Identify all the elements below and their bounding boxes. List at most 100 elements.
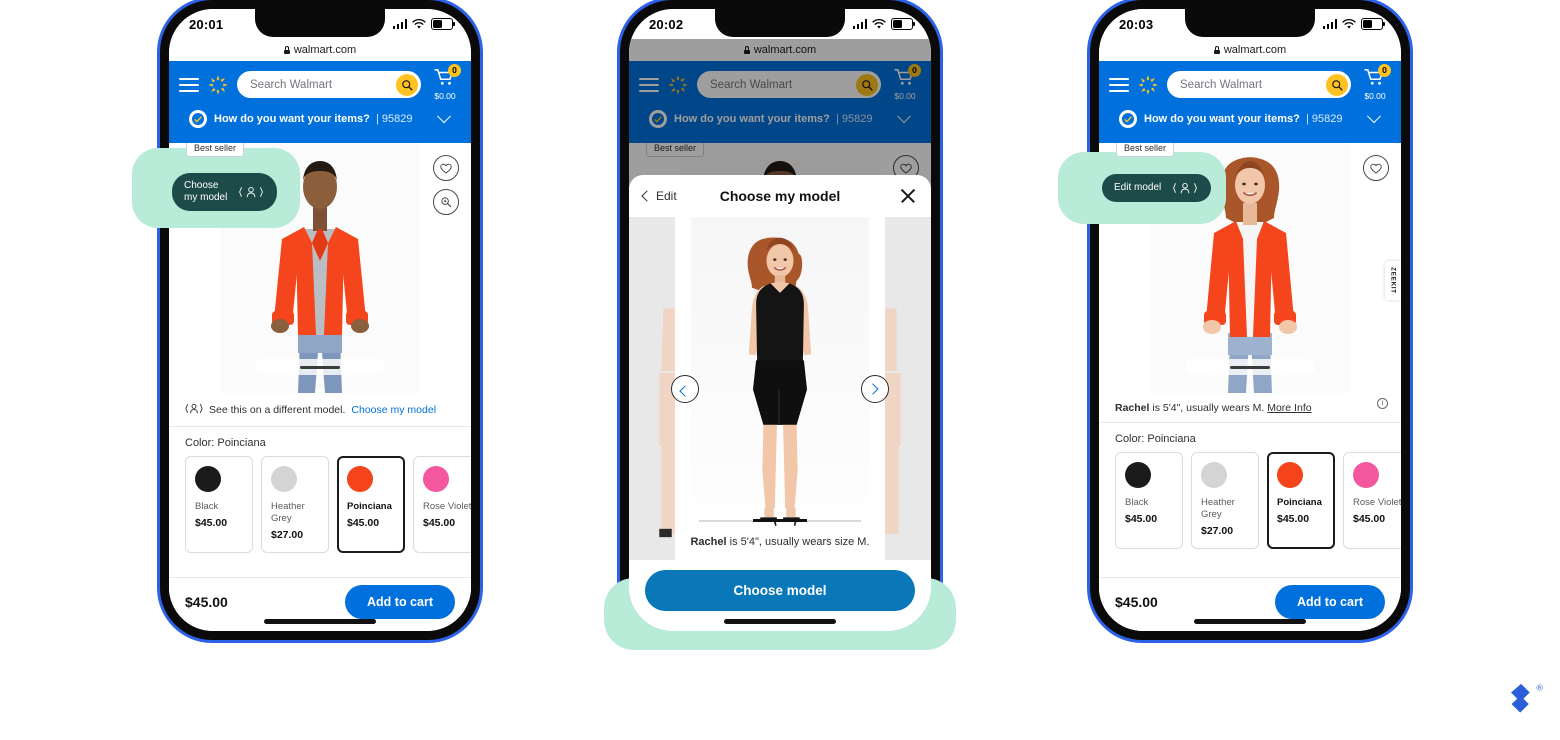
search-input[interactable]: Search Walmart [237,71,421,98]
edit-model-pill[interactable]: Edit model [1102,174,1212,202]
phone-notch [715,9,845,37]
svg-text:®: ® [1536,683,1543,693]
carousel-active-model [691,217,869,560]
hamburger-menu-icon[interactable] [1109,77,1129,92]
swatch-dot [1277,462,1303,488]
modal-header: Edit Choose my model [629,175,931,217]
more-info-link[interactable]: More Info [1267,402,1311,414]
see-on-model-line: See this on a different model. Choose my… [169,393,471,427]
wifi-icon [872,18,886,29]
person-model-icon [185,402,203,418]
search-icon[interactable] [1326,73,1348,96]
cellular-signal-icon [852,19,867,29]
zeekit-badge[interactable]: ZEEKIT [1385,261,1401,300]
walmart-spark-icon[interactable] [1137,74,1159,96]
fulfillment-label: How do you want your items? | 95829 [214,113,413,125]
wifi-icon [1342,18,1356,29]
carousel-dot[interactable] [699,519,753,522]
search-input[interactable]: Search Walmart [1167,71,1351,98]
browser-url-bar[interactable]: walmart.com [1099,39,1401,61]
color-swatch-rose-violet[interactable]: Rose Violet $45.00 [413,456,471,553]
brand-logo-icon: ® [1500,680,1546,726]
swatch-price: $45.00 [195,516,228,529]
person-model-icon [1171,181,1199,195]
model-info-line: Rachel is 5'4", usually wears M. More In… [1099,393,1401,423]
choose-my-model-link[interactable]: Choose my model [351,404,436,416]
carousel-dot[interactable] [807,519,861,522]
modal-back-button[interactable]: Edit [641,189,677,203]
search-placeholder: Search Walmart [250,78,333,91]
heart-icon[interactable] [433,155,459,181]
color-label: Color: Poinciana [1115,433,1196,445]
color-swatch-black[interactable]: Black $45.00 [185,456,253,553]
pill-label: Choose my model [184,180,228,203]
carousel-prev-thumb[interactable] [629,217,675,560]
lock-icon [1213,46,1220,54]
image-scroll-indicator[interactable] [1185,359,1315,375]
cart-count-badge: 0 [448,64,461,77]
fulfillment-bar[interactable]: How do you want your items? | 95829 [1109,101,1391,137]
color-swatch-list: Black $45.00 Heather Grey $27.00 Poincian… [169,456,471,553]
cart-button[interactable]: 0 $0.00 [1359,64,1391,101]
info-icon[interactable]: i [1377,398,1388,409]
browser-url-bar[interactable]: walmart.com [169,39,471,61]
color-swatch-heather-grey[interactable]: Heather Grey $27.00 [1191,452,1259,549]
swatch-price: $45.00 [1125,512,1158,525]
phone-notch [255,9,385,37]
image-scroll-indicator[interactable] [255,359,385,375]
fulfillment-bar[interactable]: How do you want your items? | 95829 [179,101,461,137]
color-swatch-rose-violet[interactable]: Rose Violet $45.00 [1343,452,1401,549]
image-action-buttons [433,155,459,215]
best-seller-badge: Best seller [186,143,245,157]
chevron-down-icon[interactable] [436,109,452,124]
chevron-down-icon[interactable] [1366,109,1382,124]
swatch-name: Rose Violet [423,501,471,512]
home-indicator [264,619,376,624]
choose-model-button[interactable]: Choose model [645,570,915,611]
swatch-name: Black [1125,497,1149,508]
best-seller-badge: Best seller [1116,143,1175,157]
heart-icon[interactable] [1363,155,1389,181]
magnifier-icon[interactable] [433,189,459,215]
color-swatch-heather-grey[interactable]: Heather Grey $27.00 [261,456,329,553]
hamburger-menu-icon[interactable] [179,77,199,92]
carousel-next-thumb[interactable] [885,217,931,560]
model-caption-name: Rachel [690,536,727,548]
choose-my-model-modal: Edit Choose my model Rachel is 5'4", usu… [629,175,931,631]
close-icon[interactable] [899,187,917,205]
carousel-prev-button[interactable] [671,374,699,403]
choose-my-model-pill[interactable]: Choose my model [172,173,278,211]
battery-icon [1361,18,1386,30]
cart-total: $0.00 [1364,91,1386,101]
carousel-dot-active[interactable] [753,519,807,522]
home-indicator [724,619,836,624]
model-info-text: is 5'4", usually wears M. [1149,402,1268,414]
swatch-dot [1201,462,1227,488]
walmart-spark-icon[interactable] [207,74,229,96]
swatch-price: $45.00 [1277,512,1310,525]
model-carousel[interactable]: Rachel is 5'4", usually wears size M. [629,217,931,560]
swatch-dot [195,466,221,492]
lock-icon [283,46,290,54]
chevron-left-icon [641,190,653,202]
person-model-icon [237,185,265,199]
url-text: walmart.com [1223,44,1287,56]
swatch-name: Black [195,501,219,512]
swatch-name: Heather Grey [271,501,305,524]
search-icon[interactable] [396,73,418,96]
swatch-price: $27.00 [1201,524,1234,537]
carousel-next-button[interactable] [861,374,889,403]
cart-button[interactable]: 0 $0.00 [429,64,461,101]
color-swatch-black[interactable]: Black $45.00 [1115,452,1183,549]
walmart-header: Search Walmart 0 $0.00 How do you want y… [169,61,471,143]
fulfillment-label: How do you want your items? | 95829 [1144,113,1343,125]
add-to-cart-button[interactable]: Add to cart [345,584,455,619]
color-swatch-poinciana[interactable]: Poinciana $45.00 [1267,452,1335,549]
status-time: 20:02 [649,16,684,32]
color-swatch-poinciana[interactable]: Poinciana $45.00 [337,456,405,553]
swatch-price: $45.00 [1353,512,1386,525]
add-to-cart-button[interactable]: Add to cart [1275,584,1385,619]
screenshot-stage: 20:01 walmart.com Search Walmart 0 $0.00… [0,0,1560,740]
image-action-buttons [1363,155,1389,181]
footer-price: $45.00 [185,593,228,610]
